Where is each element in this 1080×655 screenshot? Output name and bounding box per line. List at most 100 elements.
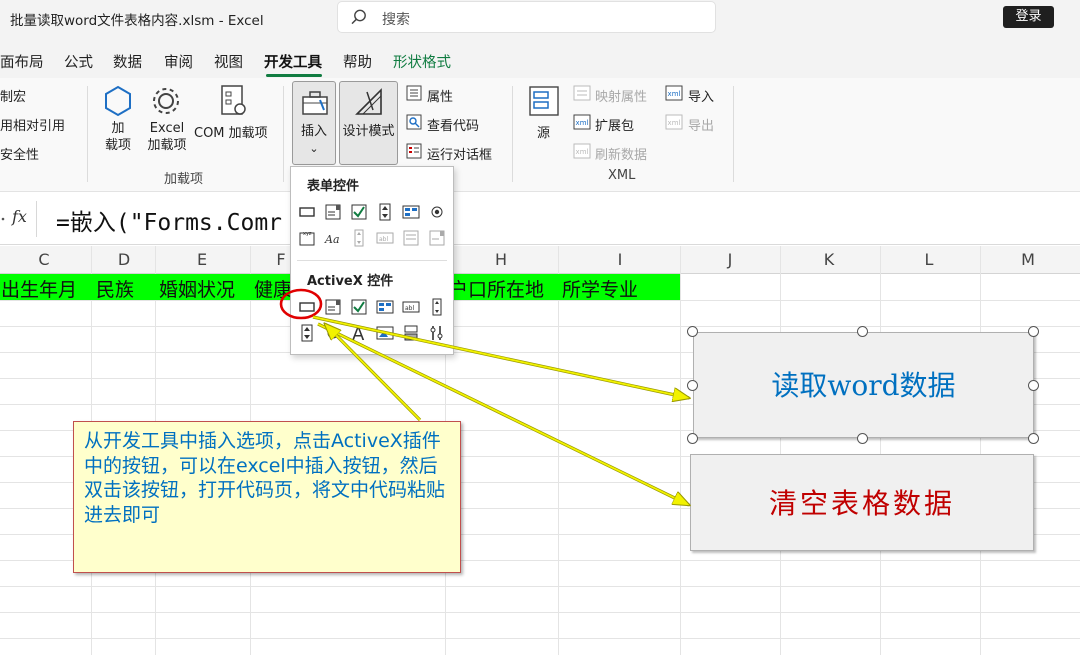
column-header-k[interactable]: K	[813, 250, 845, 269]
map-properties-button[interactable]: 映射属性	[595, 86, 647, 105]
callout-text: 从开发工具中插入选项，点击ActiveX插件中的按钮，可以在excel中插入按钮…	[84, 430, 446, 526]
checkbox-icon[interactable]	[350, 203, 368, 221]
button-form-control-icon[interactable]	[298, 203, 316, 221]
search-box[interactable]: 搜索	[337, 1, 716, 33]
activex-controls-heading: ActiveX 控件	[307, 274, 394, 289]
insert-function-button[interactable]: fx	[12, 207, 27, 226]
header-cell[interactable]: 婚姻状况	[159, 275, 235, 302]
combo-list-edit-icon[interactable]	[402, 229, 420, 247]
activex-toggle-button-icon[interactable]	[402, 324, 420, 342]
tab-help[interactable]: 帮助	[343, 51, 372, 72]
svg-text:xml: xml	[576, 119, 589, 127]
header-cell[interactable]: 民族	[96, 275, 134, 302]
header-cell[interactable]: 所学专业	[562, 275, 638, 302]
svg-text:xml: xml	[668, 119, 681, 127]
activex-image-icon[interactable]	[376, 324, 394, 342]
insert-label: 插入	[300, 124, 327, 139]
resize-handle[interactable]	[857, 326, 868, 337]
xml-group-label: XML	[608, 168, 636, 183]
tab-developer[interactable]: 开发工具	[264, 51, 322, 72]
toolbox-icon	[302, 91, 328, 115]
column-header-e[interactable]: E	[186, 250, 218, 269]
com-addins-button[interactable]: COM 加载项	[194, 122, 268, 141]
activex-option-button-icon[interactable]	[324, 324, 342, 342]
combo-box-icon[interactable]	[324, 203, 342, 221]
label-control-icon[interactable]: Aa	[324, 229, 342, 247]
resize-handle[interactable]	[1028, 326, 1039, 337]
header-cell[interactable]: 健康	[254, 275, 292, 302]
column-header-m[interactable]: M	[1012, 250, 1044, 269]
tab-formulas[interactable]: 公式	[64, 51, 93, 72]
run-dialog-button[interactable]: 运行对话框	[427, 144, 492, 163]
addins-icon	[105, 85, 131, 117]
tab-shape-format[interactable]: 形状格式	[393, 51, 451, 72]
resize-handle[interactable]	[857, 433, 868, 444]
formula-bar: fx =嵌入("Forms.Comr ","")	[0, 193, 1080, 245]
column-header-h[interactable]: H	[485, 250, 517, 269]
combo-dropdown-edit-icon[interactable]	[428, 229, 446, 247]
group-box-icon[interactable]: xyz	[298, 229, 316, 247]
record-macro-button[interactable]: 制宏	[0, 86, 26, 105]
import-icon: xml	[665, 85, 683, 101]
activex-scroll-bar-icon[interactable]	[428, 298, 446, 316]
column-header-c[interactable]: C	[28, 250, 60, 269]
run-dialog-icon	[406, 143, 422, 159]
activex-label-icon[interactable]: A	[350, 324, 368, 342]
properties-icon	[406, 85, 422, 101]
column-header-d[interactable]: D	[108, 250, 140, 269]
import-button[interactable]: 导入	[688, 86, 714, 105]
column-header-i[interactable]: I	[604, 250, 636, 269]
column-header-l[interactable]: L	[913, 250, 945, 269]
more-controls-icon[interactable]	[428, 324, 446, 342]
spin-button-icon[interactable]	[376, 203, 394, 221]
svg-text:xml: xml	[668, 90, 681, 98]
ribbon-separator	[283, 86, 284, 182]
design-mode-button[interactable]: 设计模式	[339, 81, 398, 165]
addins-button[interactable]: 加 载项	[100, 120, 136, 154]
resize-handle[interactable]	[687, 380, 698, 391]
export-button[interactable]: 导出	[688, 115, 714, 134]
search-placeholder: 搜索	[382, 12, 410, 28]
activex-checkbox-icon[interactable]	[350, 298, 368, 316]
clear-table-data-button[interactable]: 清空表格数据	[690, 454, 1034, 551]
activex-list-box-icon[interactable]	[376, 298, 394, 316]
title-bar: 批量读取word文件表格内容.xlsm - Excel 搜索 登录	[0, 0, 1080, 40]
tab-view[interactable]: 视图	[214, 51, 243, 72]
svg-text:abl: abl	[405, 305, 414, 312]
macro-security-button[interactable]: 安全性	[0, 144, 39, 163]
view-code-button[interactable]: 查看代码	[427, 115, 479, 134]
expansion-packs-button[interactable]: 扩展包	[595, 115, 634, 134]
option-button-icon[interactable]	[428, 203, 446, 221]
text-field-icon[interactable]: abl	[376, 229, 394, 247]
relative-reference-button[interactable]: 用相对引用	[0, 115, 65, 134]
command-button-activex-icon[interactable]	[298, 298, 316, 316]
properties-button[interactable]: 属性	[427, 86, 453, 105]
excel-addins-button[interactable]: Excel 加载项	[144, 120, 190, 154]
insert-controls-menu: 表单控件 xyz Aa abl ActiveX 控件 abl A	[290, 166, 454, 355]
header-cell[interactable]: 户口所在地	[449, 275, 544, 302]
login-button[interactable]: 登录	[1003, 6, 1054, 28]
resize-handle[interactable]	[1028, 380, 1039, 391]
scroll-bar-icon[interactable]	[350, 229, 368, 247]
refresh-data-button[interactable]: 刷新数据	[595, 144, 647, 163]
header-cell[interactable]: 出生年月	[1, 275, 77, 302]
column-header-j[interactable]: J	[714, 250, 746, 269]
form-controls-heading: 表单控件	[307, 179, 360, 194]
tab-review[interactable]: 审阅	[164, 51, 193, 72]
resize-handle[interactable]	[1028, 433, 1039, 444]
tab-data[interactable]: 数据	[113, 51, 142, 72]
design-mode-label: 设计模式	[342, 124, 395, 139]
activex-spin-button-icon[interactable]	[298, 324, 316, 342]
resize-handle[interactable]	[687, 433, 698, 444]
xml-source-button[interactable]: 源	[537, 122, 550, 141]
activex-text-box-icon[interactable]: abl	[402, 298, 420, 316]
insert-control-button[interactable]: 插入 ⌄	[292, 81, 336, 165]
refresh-data-icon: xml	[573, 143, 591, 159]
window-title: 批量读取word文件表格内容.xlsm - Excel	[10, 13, 264, 29]
list-box-icon[interactable]	[402, 203, 420, 221]
tab-page-layout[interactable]: 面布局	[0, 51, 44, 72]
instruction-callout: 从开发工具中插入选项，点击ActiveX插件中的按钮，可以在excel中插入按钮…	[73, 421, 461, 573]
resize-handle[interactable]	[687, 326, 698, 337]
activex-combo-box-icon[interactable]	[324, 298, 342, 316]
read-word-data-button[interactable]: 读取word数据	[693, 332, 1034, 438]
